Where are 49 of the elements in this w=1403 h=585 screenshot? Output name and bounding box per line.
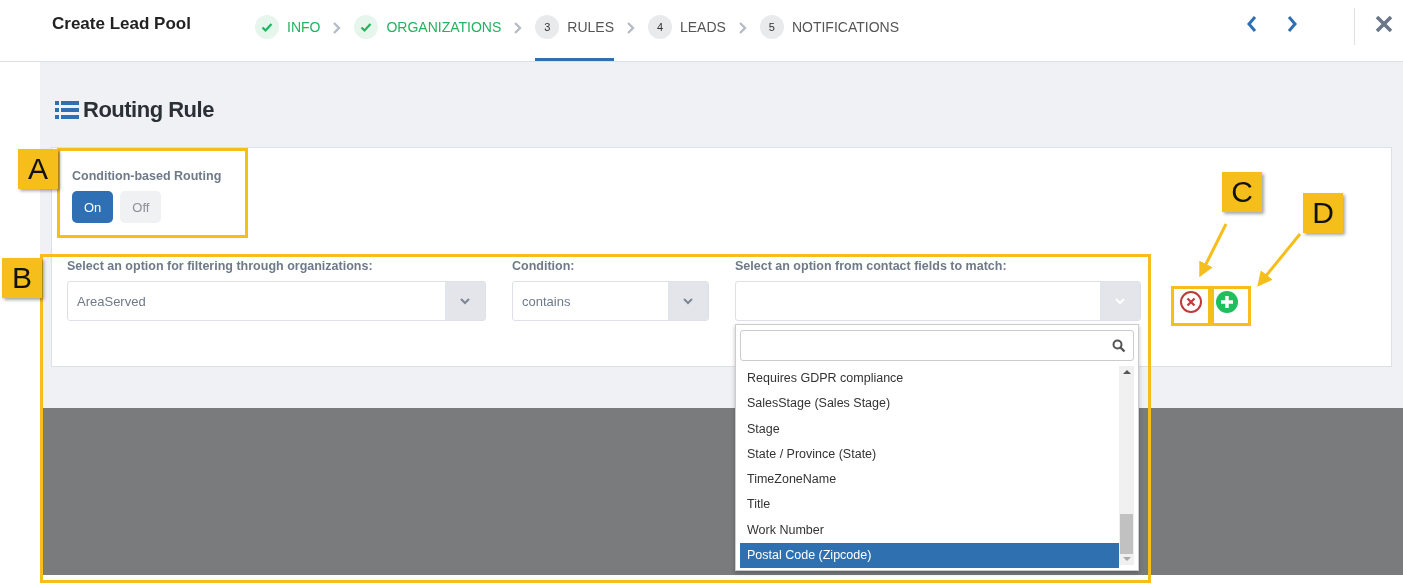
chevron-icon	[737, 20, 748, 35]
add-icon[interactable]	[1215, 290, 1239, 314]
select-field[interactable]: contains	[512, 281, 709, 321]
callout-label: C	[1222, 172, 1262, 212]
previous-icon[interactable]	[1245, 14, 1259, 33]
list-icon	[55, 100, 79, 120]
close-icon[interactable]	[1375, 14, 1393, 33]
scrollbar-thumb[interactable]	[1120, 514, 1133, 554]
dropdown-option[interactable]: State / Province (State)	[740, 441, 1119, 468]
toggle-option[interactable]: On	[72, 191, 114, 223]
chevron-icon	[513, 20, 524, 35]
dropdown-option[interactable]: Stage	[740, 416, 1119, 442]
field-label: Select an option from contact fields to match:	[735, 259, 1008, 273]
step-tab[interactable]: 5 NOTIFICATIONS	[759, 0, 899, 61]
dropdown-option[interactable]: Postal Code (Zipcode)	[740, 543, 1119, 569]
dropdown-option[interactable]: Work Number	[740, 517, 1119, 544]
callout-label: A	[18, 149, 58, 189]
dialog-title: Create Lead Pool	[52, 13, 192, 34]
caret-icon	[1115, 297, 1125, 305]
toggle-label: Condition-based Routing	[72, 169, 223, 183]
dropdown-option[interactable]: SalesStage (Sales Stage)	[740, 391, 1119, 417]
check-icon	[255, 15, 279, 39]
search-field[interactable]	[740, 330, 1134, 361]
callout-arrow	[1199, 223, 1228, 278]
section-title: Routing Rule	[83, 97, 214, 123]
field-label: Select an option for filtering through organizations:	[67, 259, 374, 273]
step-tab[interactable]: 4 LEADS	[648, 0, 726, 61]
search-icon	[1112, 338, 1126, 353]
dropdown-option[interactable]: TimeZoneName	[740, 467, 1119, 493]
chevron-icon	[626, 20, 636, 35]
caret-icon	[460, 297, 470, 305]
callout-arrow	[1257, 233, 1302, 287]
callout-frame	[1211, 286, 1251, 326]
caret-icon	[683, 297, 693, 305]
callout-label: B	[2, 258, 42, 298]
scroll-down-icon[interactable]	[1122, 556, 1131, 562]
select-field[interactable]: AreaServed	[67, 281, 486, 321]
scrollbar[interactable]	[1119, 366, 1134, 565]
callout-label: D	[1303, 193, 1343, 233]
select-field[interactable]	[735, 281, 1141, 321]
scroll-up-icon[interactable]	[1122, 369, 1131, 375]
chevron-icon	[332, 20, 343, 35]
dropdown-option[interactable]: Title	[740, 492, 1119, 518]
remove-icon[interactable]	[1179, 290, 1203, 314]
dropdown-option[interactable]: Requires GDPR compliance	[740, 366, 1119, 392]
check-icon	[354, 15, 379, 39]
field-label: Condition:	[512, 259, 576, 273]
callout-frame	[1171, 286, 1211, 326]
next-icon[interactable]	[1285, 14, 1299, 33]
